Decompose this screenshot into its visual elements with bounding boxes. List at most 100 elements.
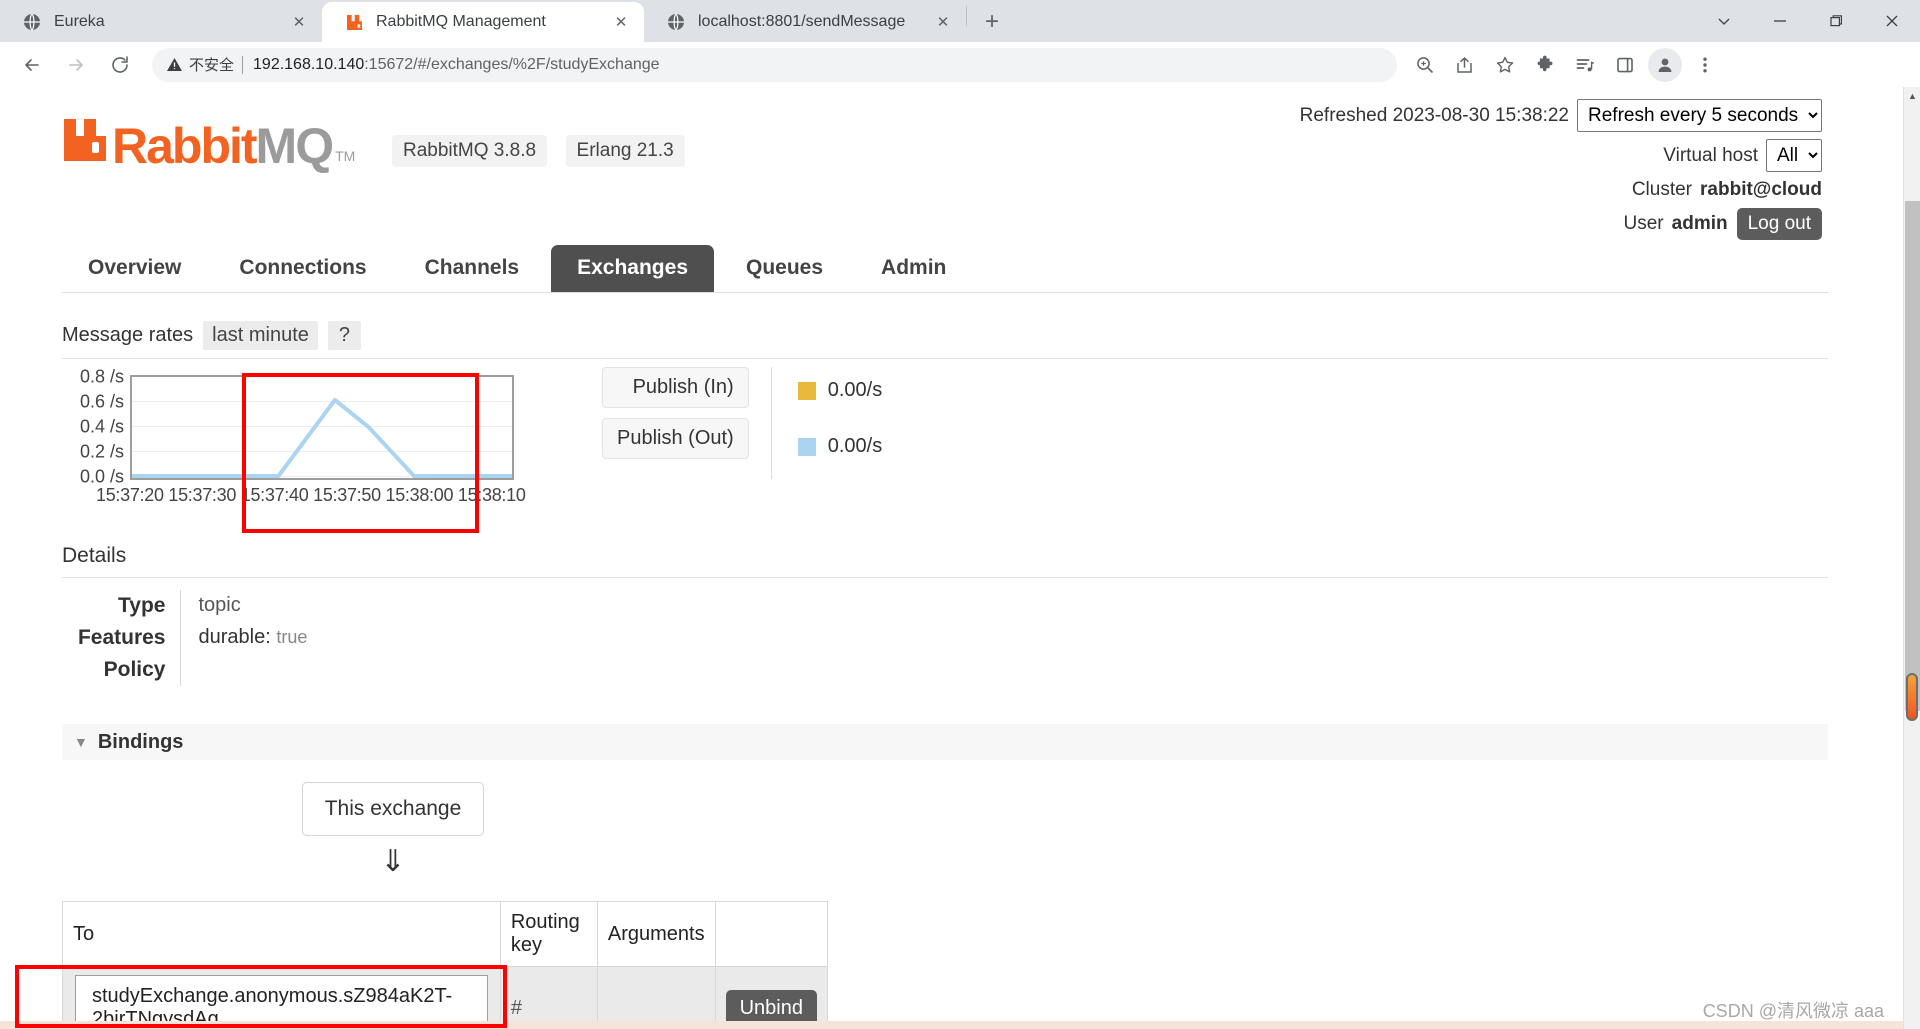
browser-tab-title: localhost:8801/sendMessage (698, 13, 906, 30)
x-tick: 15:37:30 (168, 485, 237, 505)
extensions-puzzle-icon[interactable] (1528, 48, 1562, 82)
x-tick: 15:37:40 (240, 485, 309, 505)
maximize-restore-icon[interactable] (1808, 0, 1864, 42)
rabbitmq-logo[interactable]: RabbitMQ TM (62, 117, 355, 171)
vhost-select[interactable]: All (1766, 139, 1822, 172)
page-scrollbar[interactable]: ▲ (1903, 87, 1920, 1029)
mq-header-right: Refreshed 2023-08-30 15:38:22 Refresh ev… (1300, 99, 1822, 247)
details-row-features: Features durable: true (62, 622, 307, 654)
share-icon[interactable] (1448, 48, 1482, 82)
tab-channels[interactable]: Channels (399, 245, 546, 292)
column-header-arguments[interactable]: Arguments (596, 901, 716, 967)
browser-tab-localhost[interactable]: localhost:8801/sendMessage ✕ (644, 2, 966, 42)
tab-overview[interactable]: Overview (62, 245, 207, 292)
column-header-to[interactable]: To (62, 901, 501, 967)
details-table: Type topic Features durable: true Policy (62, 590, 307, 686)
message-rates-title: Message rates (62, 324, 194, 346)
logo-text-rabbit: Rabbit (112, 118, 258, 174)
browser-tabstrip: Eureka ✕ RabbitMQ Management ✕ localhost… (0, 0, 1920, 42)
message-rates-chart: 0.8 /s 0.6 /s 0.4 /s 0.2 /s 0.0 /s 15:37… (62, 359, 1828, 544)
globe-icon (666, 12, 686, 32)
browser-tab-title: RabbitMQ Management (376, 13, 546, 30)
tab-connections[interactable]: Connections (213, 245, 392, 292)
reading-list-icon[interactable] (1568, 48, 1602, 82)
address-bar-url: 192.168.10.140:15672/#/exchanges/%2F/stu… (253, 56, 660, 74)
chart-x-axis: 15:37:20 15:37:30 15:37:40 15:37:50 15:3… (96, 485, 596, 506)
back-icon[interactable] (13, 46, 51, 84)
cluster-value: rabbit@cloud (1700, 179, 1822, 200)
page-bottom-strip (0, 1021, 1903, 1029)
close-icon[interactable]: ✕ (932, 11, 954, 33)
legend-publish-in-button[interactable]: Publish (In) (602, 367, 749, 408)
binding-action-cell: Unbind (714, 966, 829, 1029)
binding-arguments-cell (596, 966, 716, 1029)
browser-tab-rabbitmq[interactable]: RabbitMQ Management ✕ (322, 2, 644, 42)
refreshed-timestamp: Refreshed 2023-08-30 15:38:22 (1299, 104, 1569, 126)
main-nav-tabs: Overview Connections Channels Exchanges … (62, 245, 1828, 293)
details-value: topic (198, 594, 241, 616)
browser-tab-eureka[interactable]: Eureka ✕ (0, 2, 322, 42)
chevron-down-icon[interactable] (1696, 0, 1752, 42)
mq-header: RabbitMQ TM RabbitMQ 3.8.8 Erlang 21.3 R… (48, 87, 1828, 240)
details-heading: Details (62, 544, 127, 567)
y-tick: 0.4 /s (79, 416, 124, 437)
reload-icon[interactable] (101, 46, 139, 84)
user-label: User (1623, 213, 1664, 234)
side-panel-icon[interactable] (1608, 48, 1642, 82)
legend-publish-out-button[interactable]: Publish (Out) (602, 418, 749, 459)
this-exchange-node: This exchange (301, 782, 485, 836)
bookmark-star-icon[interactable] (1488, 48, 1522, 82)
profile-avatar-icon[interactable] (1648, 47, 1682, 82)
scroll-up-icon[interactable]: ▲ (1907, 90, 1918, 101)
zoom-icon[interactable] (1408, 48, 1442, 82)
browser-window: Eureka ✕ RabbitMQ Management ✕ localhost… (0, 0, 1920, 1029)
message-rates-help-chip[interactable]: ? (327, 321, 362, 350)
url-path: :15672/#/exchanges/%2F/studyExchange (364, 55, 660, 73)
legend-swatch-publish-out (797, 437, 816, 456)
minimize-icon[interactable] (1752, 0, 1808, 42)
omnibox-divider (242, 55, 244, 74)
details-row-type: Type topic (62, 590, 307, 622)
bindings-heading: Bindings (97, 730, 184, 753)
tab-queues[interactable]: Queues (720, 245, 849, 292)
binding-routing-key-cell: # (499, 966, 598, 1029)
log-out-button[interactable]: Log out (1736, 208, 1822, 240)
insecure-label: 不安全 (189, 57, 235, 74)
bindings-section-header[interactable]: ▼ Bindings (62, 724, 1828, 760)
new-tab-button[interactable]: + (975, 5, 1009, 39)
browser-toolbar: 不安全 192.168.10.140:15672/#/exchanges/%2F… (0, 42, 1920, 87)
close-icon[interactable]: ✕ (610, 11, 632, 33)
chart-plot-area (130, 375, 514, 480)
message-rates-header: Message rates last minute ? (62, 321, 1828, 350)
legend-swatch-publish-in (797, 381, 816, 400)
scrollbar-position-marker (1906, 673, 1918, 721)
binding-to-cell: studyExchange.anonymous.sZ984aK2T-2bjrTN… (62, 966, 501, 1029)
close-icon[interactable]: ✕ (288, 11, 310, 33)
user-value: admin (1671, 213, 1728, 234)
chart-y-axis: 0.8 /s 0.6 /s 0.4 /s 0.2 /s 0.0 /s (62, 367, 128, 487)
x-tick: 15:37:20 (96, 485, 164, 505)
chart-legend: Publish (In) Publish (Out) 0.00/s 0.00/s (602, 367, 882, 479)
details-key: Policy (62, 654, 181, 686)
legend-rate-publish-in: 0.00/s (827, 379, 883, 401)
scrollbar-thumb[interactable] (1905, 201, 1920, 711)
details-divider (62, 577, 1828, 578)
details-row-policy: Policy (62, 654, 307, 686)
chevron-down-icon[interactable]: ▼ (74, 734, 88, 750)
tab-admin[interactable]: Admin (855, 245, 972, 292)
refresh-interval-select[interactable]: Refresh every 5 seconds (1577, 99, 1822, 132)
menu-kebab-icon[interactable] (1688, 48, 1722, 82)
forward-icon[interactable] (57, 46, 95, 84)
cluster-row: Cluster rabbit@cloud (1300, 179, 1822, 201)
details-value: durable: true (180, 622, 308, 654)
warning-triangle-icon (166, 56, 183, 73)
message-rates-period-chip[interactable]: last minute (203, 321, 318, 350)
address-bar[interactable]: 不安全 192.168.10.140:15672/#/exchanges/%2F… (152, 47, 1397, 82)
tab-exchanges[interactable]: Exchanges (551, 245, 714, 292)
legend-rate-publish-out: 0.00/s (827, 435, 883, 457)
rabbitmq-management-page: RabbitMQ TM RabbitMQ 3.8.8 Erlang 21.3 R… (0, 87, 1878, 1029)
y-tick: 0.8 /s (79, 366, 124, 387)
legend-value-publish-out: 0.00/s (797, 423, 883, 470)
close-window-icon[interactable] (1864, 0, 1920, 42)
column-header-routing-key[interactable]: Routing key (499, 901, 598, 967)
